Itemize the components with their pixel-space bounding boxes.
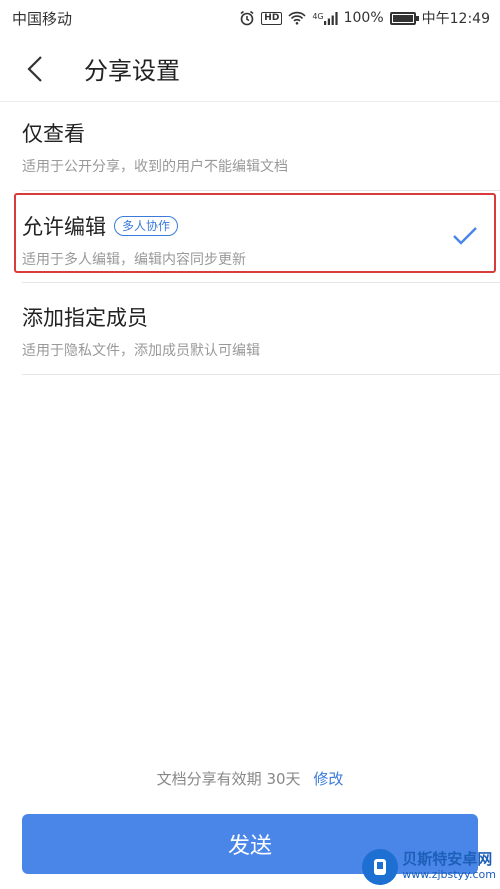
watermark-logo-icon — [362, 849, 399, 885]
collab-badge: 多人协作 — [114, 216, 179, 236]
option-title: 添加指定成员 — [22, 306, 148, 330]
divider — [22, 282, 500, 283]
status-bar: 中国移动 HD 4G 100% 中午12:49 — [0, 0, 500, 36]
divider — [22, 190, 500, 191]
status-icons: HD 4G 100% 中午12:49 — [239, 8, 490, 28]
watermark-url: www.zjbstyy.com — [402, 868, 496, 881]
option-view-only[interactable]: 仅查看 适用于公开分享，收到的用户不能编辑文档 — [22, 102, 500, 192]
option-add-members[interactable]: 添加指定成员 适用于隐私文件，添加成员默认可编辑 — [22, 286, 500, 374]
watermark-title: 贝斯特安卓网 — [402, 850, 493, 868]
alarm-icon — [239, 10, 255, 26]
chevron-left-icon — [27, 55, 42, 82]
network-type-label: 4G — [312, 11, 324, 21]
checkmark-icon — [453, 227, 477, 245]
battery-percent: 100% — [343, 10, 384, 26]
expiry-info: 文档分享有效期 30天 修改 — [0, 768, 500, 789]
carrier-label: 中国移动 — [12, 9, 73, 28]
hd-icon: HD — [261, 11, 283, 25]
watermark: 贝斯特安卓网 www.zjbstyy.com — [362, 849, 496, 885]
option-title: 允许编辑 — [22, 215, 106, 239]
clock: 中午12:49 — [421, 11, 490, 27]
option-description: 适用于公开分享，收到的用户不能编辑文档 — [22, 159, 288, 175]
option-title: 仅查看 — [22, 122, 85, 146]
edit-expiry-link[interactable]: 修改 — [313, 770, 343, 788]
option-allow-edit[interactable]: 允许编辑 多人协作 适用于多人编辑，编辑内容同步更新 — [22, 195, 500, 281]
header: 分享设置 — [0, 36, 500, 102]
battery-icon — [389, 11, 419, 25]
back-button[interactable] — [0, 36, 70, 102]
battery-fill — [392, 14, 413, 22]
wifi-icon — [288, 11, 306, 25]
page-title: 分享设置 — [84, 57, 180, 85]
divider — [22, 374, 500, 375]
signal-icon: 4G — [312, 11, 338, 25]
option-description: 适用于隐私文件，添加成员默认可编辑 — [22, 343, 260, 359]
expiry-text: 文档分享有效期 30天 — [156, 770, 301, 788]
option-description: 适用于多人编辑，编辑内容同步更新 — [22, 252, 246, 268]
